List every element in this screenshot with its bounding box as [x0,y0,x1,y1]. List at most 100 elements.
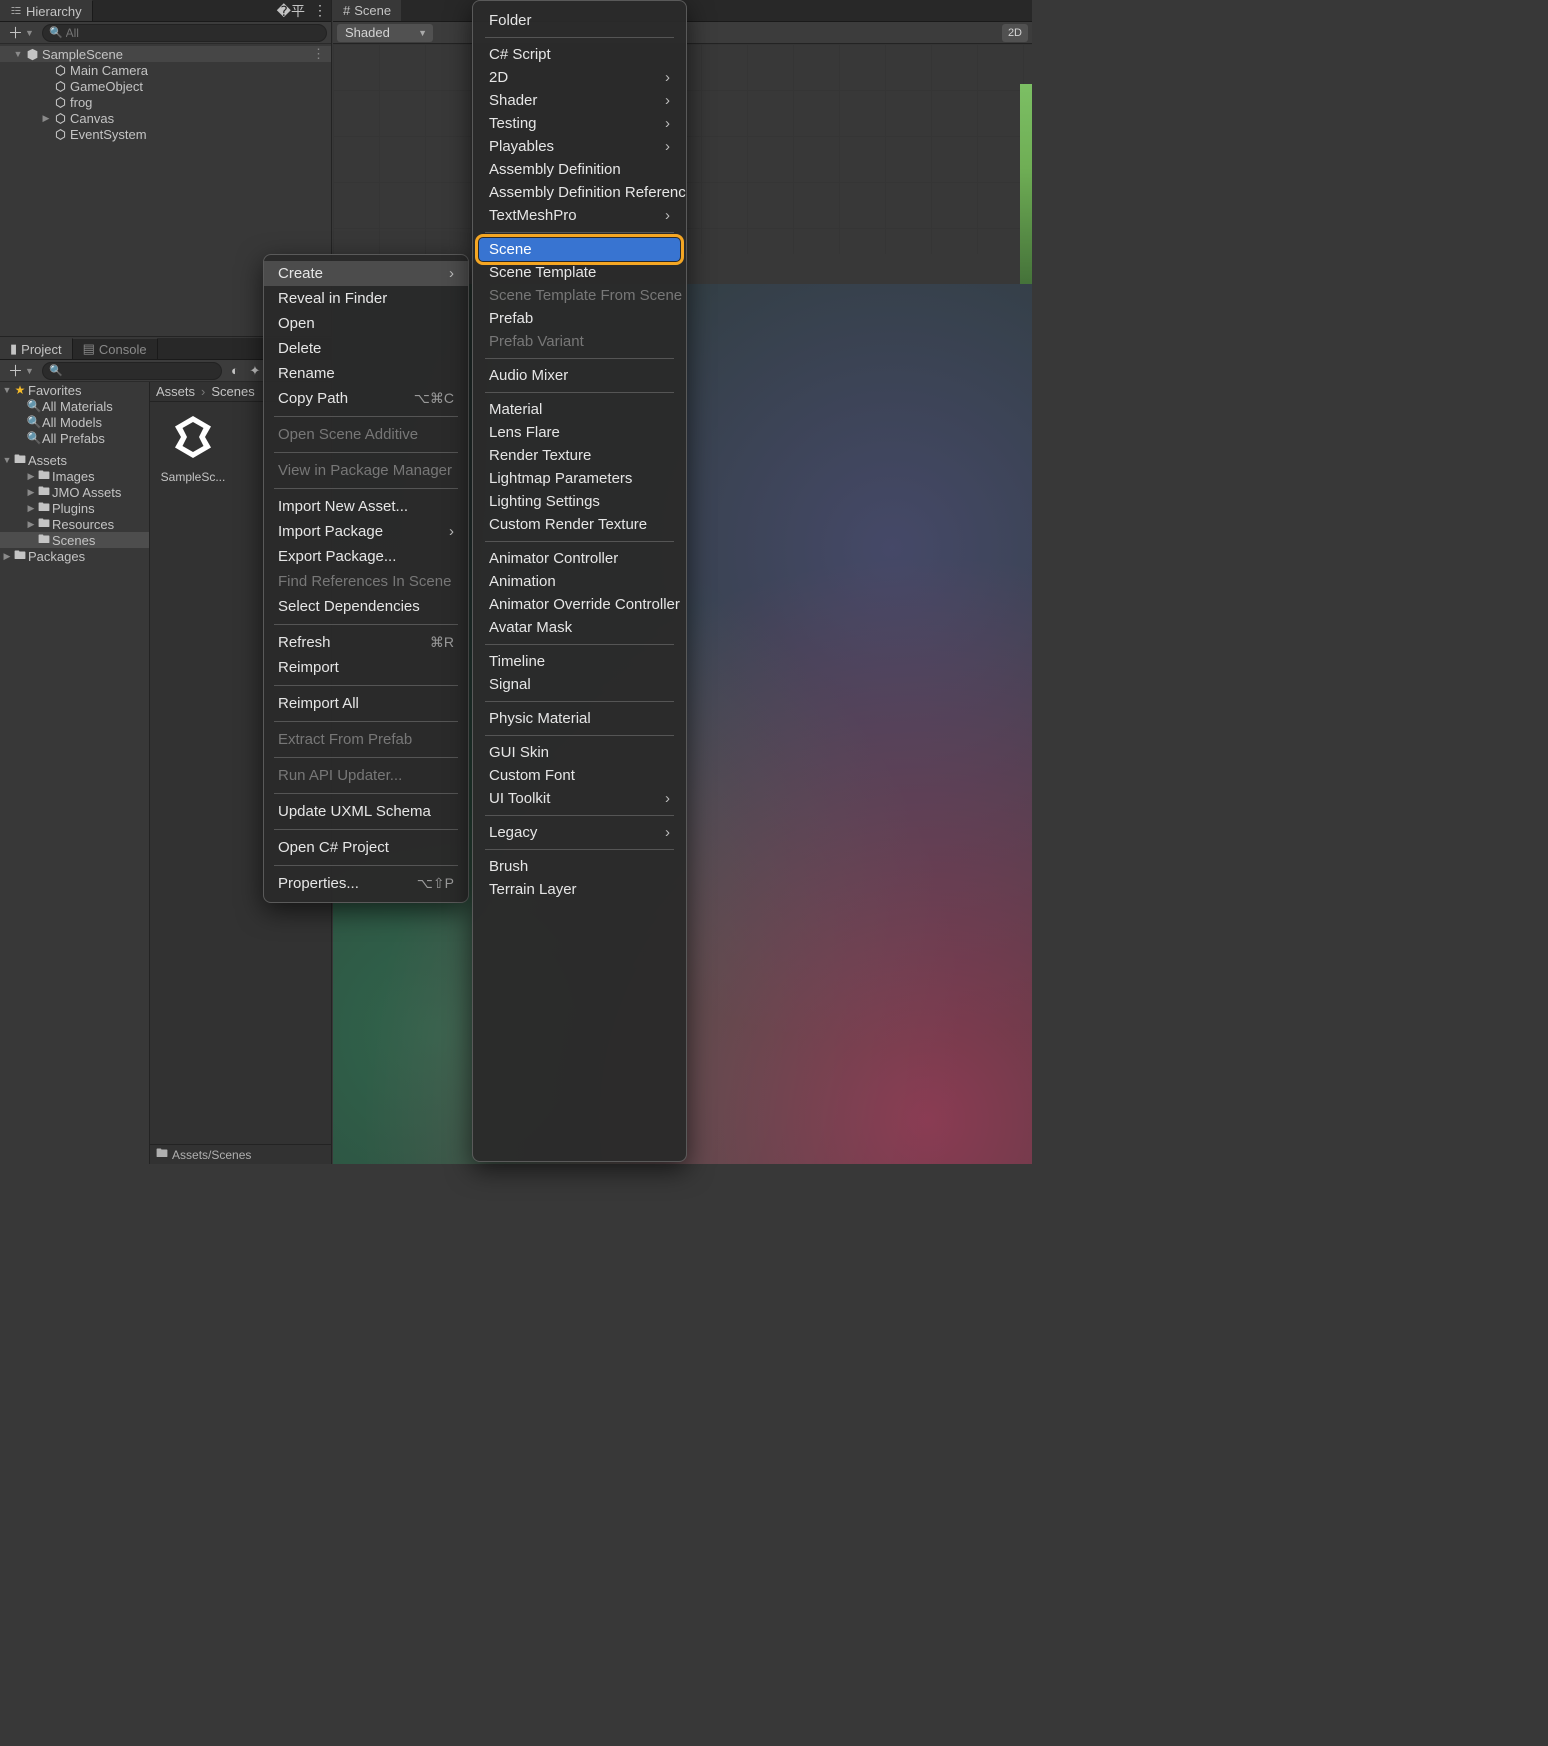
context-menu-item[interactable]: Open C# Project [264,835,468,860]
create-menu-item[interactable]: Playables› [473,135,686,158]
create-menu-item[interactable]: Scene [479,238,680,261]
create-menu-item[interactable]: Lens Flare [473,421,686,444]
create-menu-item[interactable]: Animator Controller [473,547,686,570]
shading-dropdown[interactable]: Shaded ▼ [337,24,433,42]
menu-item-label: View in Package Manager [278,462,452,479]
project-search[interactable]: 🔍 [42,362,222,380]
hierarchy-add-button[interactable]: ＋▼ [4,22,38,43]
shading-label: Shaded [345,25,390,40]
create-menu-item[interactable]: Material [473,398,686,421]
foldout-icon[interactable]: ▼ [12,49,24,59]
create-menu-item[interactable]: Physic Material [473,707,686,730]
console-tab[interactable]: ▤ Console [73,338,158,359]
create-menu-item[interactable]: Avatar Mask [473,616,686,639]
context-menu-item[interactable]: Copy Path⌥⌘C [264,386,468,411]
scene-more-icon[interactable]: ⋮ [312,46,331,62]
create-menu-item[interactable]: Prefab [473,307,686,330]
create-menu-item[interactable]: C# Script [473,43,686,66]
context-menu-item[interactable]: Export Package... [264,544,468,569]
create-menu-item[interactable]: Animator Override Controller [473,593,686,616]
menu-item-label: Reimport [278,659,339,676]
assets-header[interactable]: ▼🖿Assets [0,452,149,468]
create-menu-item[interactable]: UI Toolkit› [473,787,686,810]
menu-item-label: Run API Updater... [278,767,402,784]
asset-item[interactable]: SampleSc... [158,410,228,484]
hierarchy-item[interactable]: GameObject [0,78,331,94]
context-menu-item[interactable]: Reimport All [264,691,468,716]
asset-folder[interactable]: ▶🖿Resources [0,516,149,532]
hierarchy-search[interactable]: 🔍 [42,24,327,42]
context-menu-item[interactable]: Reimport [264,655,468,680]
context-menu-item[interactable]: Update UXML Schema [264,799,468,824]
create-menu-item[interactable]: Animation [473,570,686,593]
create-menu-item[interactable]: Assembly Definition Reference [473,181,686,204]
asset-folder[interactable]: ▶🖿JMO Assets [0,484,149,500]
project-tab[interactable]: ▮ Project [0,338,73,359]
create-menu-item[interactable]: GUI Skin [473,741,686,764]
favorite-item[interactable]: 🔍All Materials [0,398,149,414]
hierarchy-item[interactable]: frog [0,94,331,110]
create-menu-item[interactable]: Lighting Settings [473,490,686,513]
unity-logo-icon [166,410,220,464]
filter-by-label-icon[interactable]: ✦ [246,363,264,379]
hierarchy-item[interactable]: Main Camera [0,62,331,78]
create-menu-item[interactable]: Custom Render Texture [473,513,686,536]
context-menu-item[interactable]: Delete [264,336,468,361]
create-menu-item[interactable]: Signal [473,673,686,696]
breadcrumb-item[interactable]: Assets [156,384,195,399]
menu-item-label: Properties... [278,875,359,892]
create-menu-item[interactable]: Shader› [473,89,686,112]
create-menu-item[interactable]: Custom Font [473,764,686,787]
2d-toggle[interactable]: 2D [1002,24,1028,42]
create-submenu[interactable]: Folder C# Script2D›Shader›Testing›Playabl… [472,0,687,1162]
create-menu-item[interactable]: 2D› [473,66,686,89]
menu-item-label: Shader [489,92,537,109]
create-menu-item[interactable]: Brush [473,855,686,878]
hierarchy-item[interactable]: EventSystem [0,126,331,142]
create-menu-item[interactable]: TextMeshPro› [473,204,686,227]
context-menu-item[interactable]: Reveal in Finder [264,286,468,311]
hierarchy-tab[interactable]: Hierarchy [0,0,93,21]
asset-label: SampleSc... [158,470,228,484]
asset-folder[interactable]: ▶🖿Plugins [0,500,149,516]
favorite-item[interactable]: 🔍All Models [0,414,149,430]
create-menu-item[interactable]: Timeline [473,650,686,673]
scene-tab[interactable]: # Scene [333,0,401,21]
foldout-icon[interactable]: ▶ [40,113,52,124]
create-menu-item[interactable]: Terrain Layer [473,878,686,901]
create-menu-item[interactable]: Folder [473,9,686,32]
filter-by-type-icon[interactable]: ◐ [226,363,244,379]
create-menu-item[interactable]: Legacy› [473,821,686,844]
project-add-button[interactable]: ＋▼ [4,360,38,381]
create-menu-item[interactable]: Testing› [473,112,686,135]
hierarchy-lock-icon[interactable]: �平 [273,0,309,23]
project-search-input[interactable] [66,364,221,378]
packages-header[interactable]: ▶🖿Packages [0,548,149,564]
menu-item-label: Scene Template From Scene [489,287,682,304]
create-menu-item[interactable]: Render Texture [473,444,686,467]
context-menu-item[interactable]: Import New Asset... [264,494,468,519]
folder-label: Images [52,469,95,484]
create-menu-item[interactable]: Scene Template [473,261,686,284]
hierarchy-menu-icon[interactable]: ⋮ [309,0,331,21]
hierarchy-tab-label: Hierarchy [26,4,82,19]
breadcrumb-item[interactable]: Scenes [211,384,254,399]
context-menu-item[interactable]: Import Package› [264,519,468,544]
favorite-item[interactable]: 🔍All Prefabs [0,430,149,446]
context-menu-item[interactable]: Create› [264,261,468,286]
hierarchy-scene-row[interactable]: ▼ SampleScene ⋮ [0,46,331,62]
context-menu-item[interactable]: Properties...⌥⇧P [264,871,468,896]
create-menu-item[interactable]: Audio Mixer [473,364,686,387]
context-menu-item[interactable]: Open [264,311,468,336]
favorites-header[interactable]: ▼★Favorites [0,382,149,398]
create-menu-item[interactable]: Assembly Definition [473,158,686,181]
menu-shortcut: ⌥⌘C [392,390,454,407]
context-menu-item[interactable]: Refresh⌘R [264,630,468,655]
hierarchy-item-label: EventSystem [68,127,147,142]
hierarchy-search-input[interactable] [66,26,320,40]
create-menu-item[interactable]: Lightmap Parameters [473,467,686,490]
context-menu-item[interactable]: Rename [264,361,468,386]
context-menu-item[interactable]: Select Dependencies [264,594,468,619]
hierarchy-item[interactable]: ▶Canvas [0,110,331,126]
context-menu[interactable]: Create›Reveal in FinderOpenDeleteRenameC… [263,254,469,903]
